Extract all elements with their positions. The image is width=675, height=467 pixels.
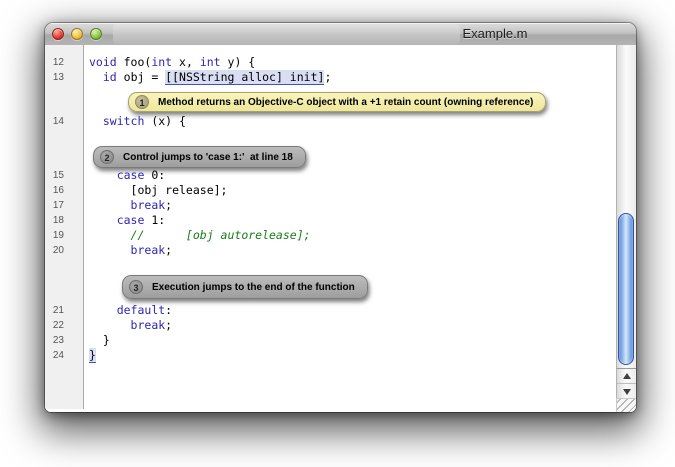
- analyzer-bubble-1[interactable]: 1 Method returns an Objective-C object wi…: [128, 92, 546, 112]
- titlebar[interactable]: Example.m: [45, 23, 636, 46]
- code-line: 20 break;: [45, 243, 616, 258]
- code-line: 24}: [45, 348, 616, 363]
- bubble-text: Control jumps to 'case 1:' at line 18: [123, 152, 293, 163]
- code-line: 21 default:: [45, 303, 616, 318]
- code-line: 15 case 0:: [45, 168, 616, 183]
- bubble-text: Method returns an Objective-C object wit…: [158, 97, 533, 108]
- code-line: 22 break;: [45, 318, 616, 333]
- vertical-scrollbar[interactable]: [616, 45, 636, 412]
- bubble-text: Execution jumps to the end of the functi…: [152, 282, 355, 293]
- scroll-down-button[interactable]: [617, 384, 636, 399]
- code-text[interactable]: }: [83, 348, 96, 363]
- minimize-button[interactable]: [71, 28, 83, 40]
- zoom-button[interactable]: [90, 28, 102, 40]
- code-text[interactable]: void foo(int x, int y) {: [83, 55, 255, 70]
- bubble-step-number: 1: [135, 95, 149, 109]
- code-text[interactable]: break;: [83, 318, 172, 333]
- line-number: 19: [45, 228, 83, 243]
- bubble-step-number: 3: [129, 280, 143, 294]
- code-line: 23 }: [45, 333, 616, 348]
- code-text[interactable]: [83, 45, 89, 55]
- line-number: 11: [45, 45, 83, 55]
- line-number: 20: [45, 243, 83, 258]
- code-text[interactable]: id obj = [[NSString alloc] init];: [83, 70, 331, 85]
- scrollbar-thumb[interactable]: [618, 213, 634, 365]
- arrow-up-icon: [623, 373, 631, 379]
- code-text[interactable]: break;: [83, 243, 172, 258]
- line-number: 12: [45, 55, 83, 70]
- line-number: 23: [45, 333, 83, 348]
- code-line: 16 [obj release];: [45, 183, 616, 198]
- line-number: 21: [45, 303, 83, 318]
- line-number: 13: [45, 70, 83, 85]
- code-line: 17 break;: [45, 198, 616, 213]
- code-text[interactable]: // [obj autorelease];: [83, 228, 311, 243]
- code-line: 13 id obj = [[NSString alloc] init];: [45, 70, 616, 85]
- line-number: 16: [45, 183, 83, 198]
- code-line: 12void foo(int x, int y) {: [45, 55, 616, 70]
- analyzer-bubble-3[interactable]: 3 Execution jumps to the end of the funct…: [122, 275, 368, 299]
- scroll-up-button[interactable]: [617, 369, 636, 384]
- arrow-down-icon: [623, 389, 631, 395]
- resize-grip[interactable]: [616, 398, 636, 412]
- code-text[interactable]: case 1:: [83, 213, 165, 228]
- scrollbar-arrows: [616, 368, 636, 398]
- traffic-lights: [52, 28, 102, 40]
- analyzer-bubble-2[interactable]: 2 Control jumps to 'case 1:' at line 18: [93, 146, 306, 168]
- close-button[interactable]: [52, 28, 64, 40]
- bubble-step-number: 2: [100, 150, 114, 164]
- line-number: 22: [45, 318, 83, 333]
- analyzer-highlighted-expression[interactable]: }: [89, 348, 96, 363]
- code-line-partial: 11: [45, 45, 616, 55]
- window: Example.m 1112void foo(int x, int y) {13…: [45, 23, 636, 412]
- line-number: 18: [45, 213, 83, 228]
- code-editor[interactable]: 1112void foo(int x, int y) {13 id obj = …: [45, 45, 616, 412]
- line-number: 24: [45, 348, 83, 363]
- code-text[interactable]: case 0:: [83, 168, 165, 183]
- line-number: 15: [45, 168, 83, 183]
- window-title: Example.m: [430, 23, 560, 45]
- titlebar-band: [113, 24, 460, 44]
- code-text[interactable]: }: [83, 333, 110, 348]
- line-number: 14: [45, 114, 83, 129]
- code-text[interactable]: switch (x) {: [83, 114, 186, 129]
- analyzer-highlighted-expression[interactable]: [[NSString alloc] init]: [165, 70, 324, 85]
- line-number: 17: [45, 198, 83, 213]
- code-text[interactable]: break;: [83, 198, 172, 213]
- editor-content: 1112void foo(int x, int y) {13 id obj = …: [45, 45, 636, 412]
- code-line: 14 switch (x) {: [45, 114, 616, 129]
- code-line: 18 case 1:: [45, 213, 616, 228]
- code-text[interactable]: [obj release];: [83, 183, 227, 198]
- code-text[interactable]: default:: [83, 303, 172, 318]
- code-line: 19 // [obj autorelease];: [45, 228, 616, 243]
